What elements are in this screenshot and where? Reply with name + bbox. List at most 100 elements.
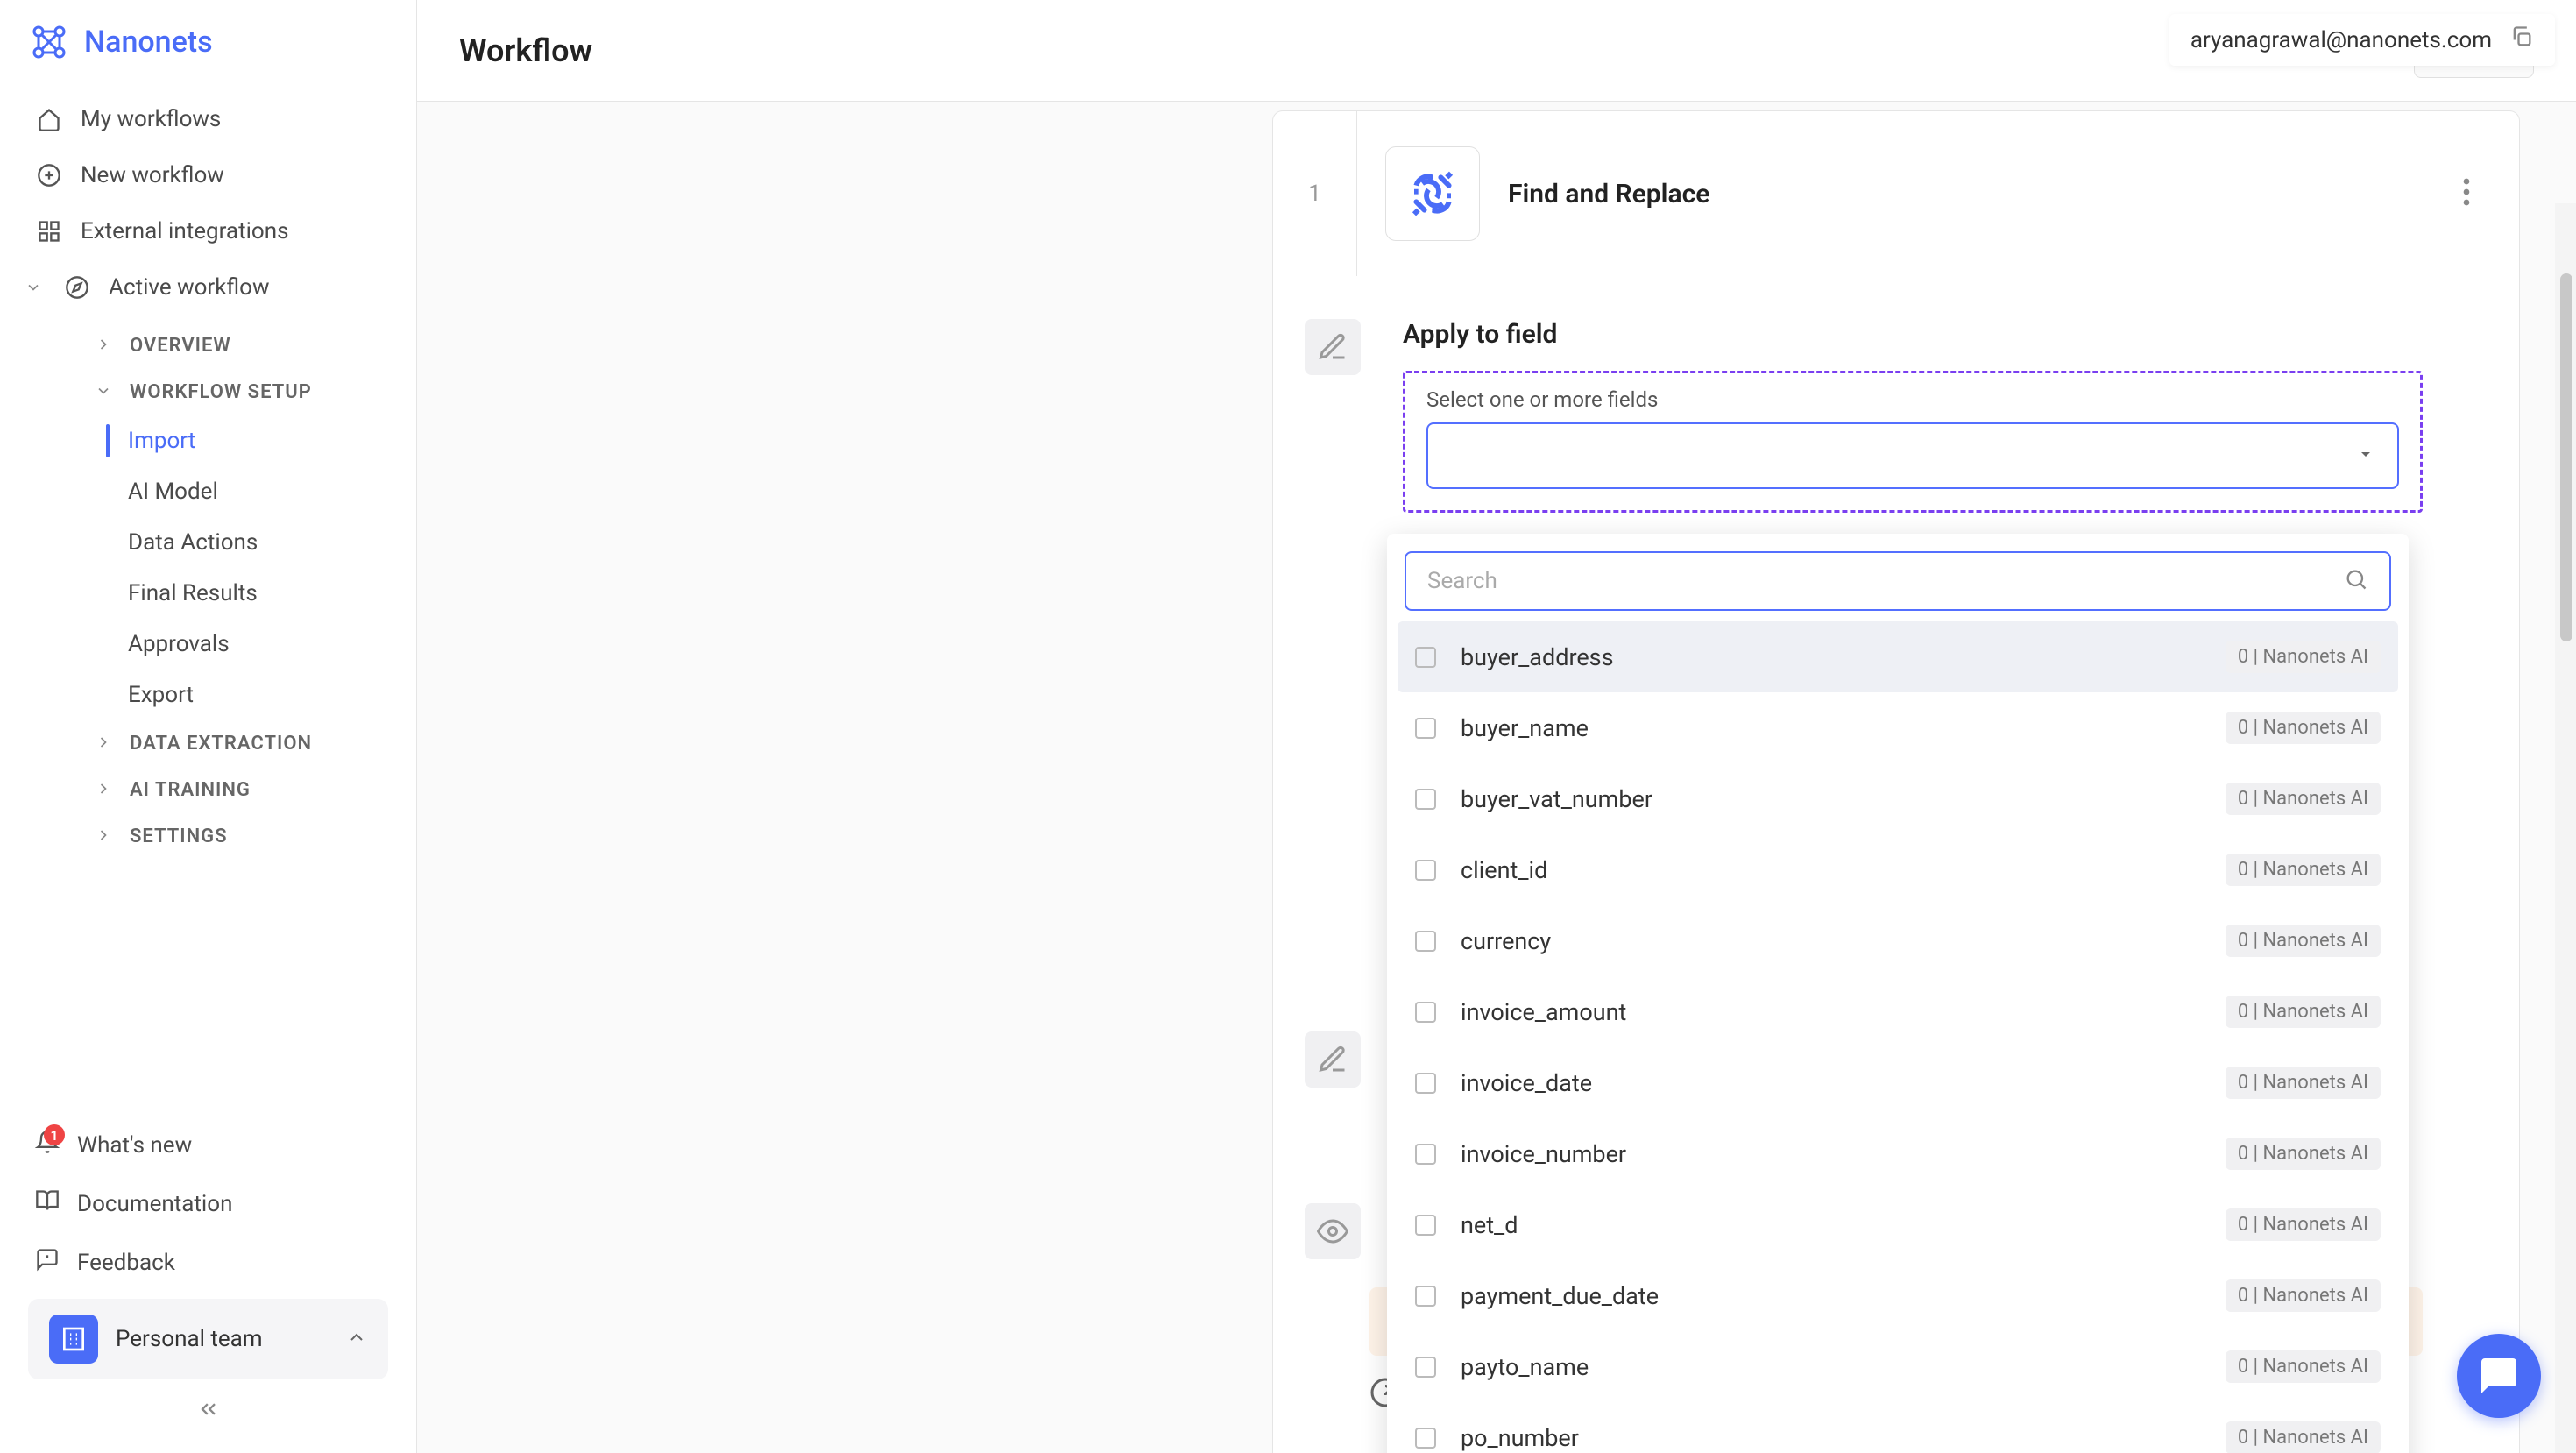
field-multiselect[interactable] — [1426, 422, 2399, 489]
tree-ai-training[interactable]: AI TRAINING — [14, 767, 402, 813]
option-row[interactable]: invoice_date0 | Nanonets AI — [1398, 1047, 2398, 1118]
brand-header[interactable]: Nanonets — [0, 0, 416, 84]
option-label: po_number — [1461, 1424, 2226, 1452]
step-title: Find and Replace — [1508, 179, 1709, 209]
option-label: buyer_name — [1461, 714, 2226, 742]
caret-down-icon — [2355, 443, 2376, 468]
option-source-badge: 0 | Nanonets AI — [2226, 641, 2381, 673]
option-row[interactable]: po_number0 | Nanonets AI — [1398, 1402, 2398, 1453]
option-row[interactable]: currency0 | Nanonets AI — [1398, 905, 2398, 976]
apply-to-field-label: Apply to field — [1403, 319, 2423, 350]
option-label: net_d — [1461, 1211, 2226, 1239]
chat-fab[interactable] — [2457, 1334, 2541, 1418]
option-label: invoice_amount — [1461, 998, 2226, 1026]
tree-label: WORKFLOW SETUP — [130, 381, 312, 403]
nav-new-workflow[interactable]: New workflow — [14, 147, 402, 203]
tree-item-export[interactable]: Export — [14, 670, 402, 720]
checkbox[interactable] — [1415, 1073, 1436, 1094]
checkbox[interactable] — [1415, 860, 1436, 881]
card-body: Apply to field Select one or more fields — [1273, 277, 2519, 1453]
tree-item-import[interactable]: Import — [14, 415, 402, 466]
scrollbar-thumb[interactable] — [2560, 273, 2572, 641]
whats-new[interactable]: 1 What's new — [14, 1116, 402, 1174]
kebab-icon — [2463, 178, 2470, 206]
dropdown-search[interactable] — [1405, 551, 2391, 611]
checkbox[interactable] — [1415, 1286, 1436, 1307]
brand-logo-icon — [28, 21, 70, 63]
checkbox[interactable] — [1415, 647, 1436, 668]
option-row[interactable]: buyer_name0 | Nanonets AI — [1398, 692, 2398, 763]
checkbox[interactable] — [1415, 1144, 1436, 1165]
find-replace-icon — [1385, 146, 1480, 241]
tree-workflow-setup[interactable]: WORKFLOW SETUP — [14, 369, 402, 415]
tree-label: SETTINGS — [130, 826, 228, 847]
checkbox[interactable] — [1415, 1002, 1436, 1023]
nav-label: What's new — [77, 1132, 192, 1159]
option-row[interactable]: payment_due_date0 | Nanonets AI — [1398, 1260, 2398, 1331]
feedback[interactable]: Feedback — [14, 1233, 402, 1292]
step-menu-button[interactable] — [2456, 171, 2477, 216]
chevron-right-icon — [95, 780, 116, 801]
nav-external-integrations[interactable]: External integrations — [14, 203, 402, 259]
chevron-down-icon — [21, 275, 46, 300]
book-icon — [35, 1188, 60, 1219]
option-label: client_id — [1461, 856, 2226, 884]
eye-icon — [1305, 1203, 1361, 1259]
search-icon — [2344, 567, 2368, 595]
checkbox[interactable] — [1415, 1357, 1436, 1378]
message-icon — [35, 1247, 60, 1278]
tree-data-extraction[interactable]: DATA EXTRACTION — [14, 720, 402, 767]
option-source-badge: 0 | Nanonets AI — [2226, 1138, 2381, 1170]
nav-label: Documentation — [77, 1191, 232, 1217]
option-label: buyer_address — [1461, 643, 2226, 671]
tree-label: AI TRAINING — [130, 779, 251, 801]
tree-settings[interactable]: SETTINGS — [14, 813, 402, 860]
field-select-label: Select one or more fields — [1426, 387, 2399, 412]
field-dropdown: buyer_address0 | Nanonets AIbuyer_name0 … — [1387, 534, 2409, 1453]
grid-icon — [35, 217, 63, 245]
checkbox[interactable] — [1415, 718, 1436, 739]
tree-item-ai-model[interactable]: AI Model — [14, 466, 402, 517]
tree-overview[interactable]: OVERVIEW — [14, 322, 402, 369]
nav-my-workflows[interactable]: My workflows — [14, 91, 402, 147]
copy-icon[interactable] — [2509, 25, 2534, 55]
nav-label: Active workflow — [109, 274, 270, 301]
tree-label: DATA EXTRACTION — [130, 733, 312, 755]
option-source-badge: 0 | Nanonets AI — [2226, 996, 2381, 1028]
tree-item-approvals[interactable]: Approvals — [14, 619, 402, 670]
option-source-badge: 0 | Nanonets AI — [2226, 854, 2381, 886]
option-row[interactable]: buyer_vat_number0 | Nanonets AI — [1398, 763, 2398, 834]
chevron-right-icon — [95, 336, 116, 357]
nav-label: New workflow — [81, 162, 224, 188]
chevron-right-icon — [95, 734, 116, 755]
option-row[interactable]: invoice_amount0 | Nanonets AI — [1398, 976, 2398, 1047]
option-row[interactable]: net_d0 | Nanonets AI — [1398, 1189, 2398, 1260]
email-tooltip: aryanagrawal@nanonets.com — [2169, 14, 2555, 66]
checkbox[interactable] — [1415, 789, 1436, 810]
option-row[interactable]: buyer_address0 | Nanonets AI — [1398, 621, 2398, 692]
search-input[interactable] — [1427, 568, 2344, 594]
team-name: Personal team — [116, 1326, 329, 1352]
tree-item-final-results[interactable]: Final Results — [14, 568, 402, 619]
option-row[interactable]: client_id0 | Nanonets AI — [1398, 834, 2398, 905]
checkbox[interactable] — [1415, 931, 1436, 952]
field-select-highlight: Select one or more fields — [1403, 371, 2423, 513]
options-list: buyer_address0 | Nanonets AIbuyer_name0 … — [1387, 621, 2409, 1453]
scrollbar-track[interactable] — [2555, 203, 2576, 1453]
plus-circle-icon — [35, 161, 63, 189]
workflow-step-card: 1 Find and Replace Apply to field — [1272, 110, 2520, 1453]
nav-label: My workflows — [81, 106, 221, 132]
main-area: Workflow Sch aryanagrawal@nanonets.com 1… — [417, 0, 2576, 1453]
option-source-badge: 0 | Nanonets AI — [2226, 1421, 2381, 1453]
team-switcher[interactable]: Personal team — [28, 1299, 388, 1379]
documentation[interactable]: Documentation — [14, 1174, 402, 1233]
option-source-badge: 0 | Nanonets AI — [2226, 1350, 2381, 1383]
collapse-sidebar-button[interactable] — [14, 1386, 402, 1432]
option-row[interactable]: invoice_number0 | Nanonets AI — [1398, 1118, 2398, 1189]
compass-icon — [63, 273, 91, 301]
checkbox[interactable] — [1415, 1428, 1436, 1449]
checkbox[interactable] — [1415, 1215, 1436, 1236]
tree-item-data-actions[interactable]: Data Actions — [14, 517, 402, 568]
option-row[interactable]: payto_name0 | Nanonets AI — [1398, 1331, 2398, 1402]
nav-active-workflow[interactable]: Active workflow — [14, 259, 402, 315]
